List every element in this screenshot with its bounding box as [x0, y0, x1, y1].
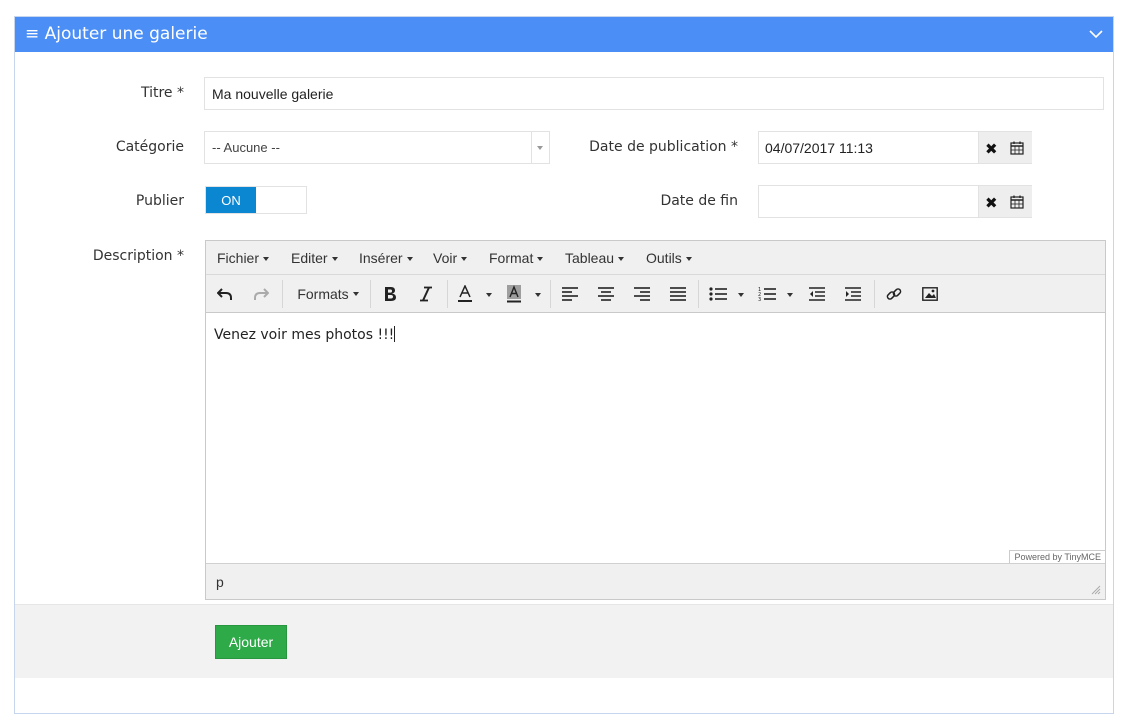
- undo-icon[interactable]: [215, 284, 235, 304]
- title-input[interactable]: Ma nouvelle galerie: [204, 77, 1104, 110]
- svg-text:3: 3: [758, 297, 761, 301]
- powered-by-label[interactable]: Powered by TinyMCE: [1009, 550, 1105, 563]
- category-label: Catégorie: [115, 139, 184, 155]
- menu-format-label: Format: [489, 250, 534, 266]
- clear-icon[interactable]: ✖: [985, 140, 998, 158]
- toolbar-separator: [698, 280, 699, 308]
- background-color-icon[interactable]: [504, 284, 524, 304]
- caret-down-icon: [461, 257, 468, 262]
- menu-fichier-label: Fichier: [217, 250, 260, 266]
- caret-down-icon: [406, 257, 413, 262]
- bold-icon[interactable]: [380, 284, 400, 304]
- panel-header[interactable]: ≡ Ajouter une galerie: [15, 17, 1113, 52]
- menu-outils[interactable]: Outils: [646, 250, 692, 266]
- rich-text-editor: Fichier Editer Insérer Voir Format Table…: [205, 240, 1106, 600]
- menu-tableau[interactable]: Tableau: [565, 250, 625, 266]
- editor-menubar: Fichier Editer Insérer Voir Format Table…: [206, 241, 1105, 275]
- element-path[interactable]: p: [216, 574, 224, 590]
- caret-down-icon: [263, 257, 270, 262]
- panel-title-text: Ajouter une galerie: [44, 24, 208, 44]
- menu-voir-label: Voir: [433, 250, 458, 266]
- editor-content-value: Venez voir mes photos !!!: [214, 327, 395, 343]
- text-color-caret-icon[interactable]: [486, 293, 492, 297]
- category-select-value: -- Aucune --: [212, 140, 280, 155]
- text-color-icon[interactable]: [455, 284, 475, 304]
- caret-down-icon: [331, 257, 338, 262]
- editor-toolbar: Formats 1 2 3: [206, 275, 1105, 313]
- end-date-input[interactable]: ✖: [758, 185, 1032, 218]
- pub-date-label: Date de publication *: [589, 139, 738, 155]
- pub-date-value: 04/07/2017 11:13: [765, 139, 873, 156]
- caret-down-icon: [685, 257, 692, 262]
- pub-date-addon: ✖: [978, 132, 1032, 163]
- calendar-icon[interactable]: [1010, 141, 1024, 155]
- text-cursor: [394, 326, 396, 342]
- chevron-down-icon[interactable]: [1089, 27, 1103, 41]
- add-button[interactable]: Ajouter: [215, 625, 287, 659]
- bullet-list-icon[interactable]: [708, 284, 728, 304]
- redo-icon[interactable]: [251, 284, 271, 304]
- resize-handle-icon[interactable]: [1091, 585, 1101, 595]
- numbered-list-caret-icon[interactable]: [787, 293, 793, 297]
- select-arrow-icon[interactable]: [531, 132, 549, 163]
- description-label: Description *: [92, 248, 184, 264]
- editor-content-text: Venez voir mes photos !!!: [214, 326, 396, 343]
- editor-statusbar: p: [206, 563, 1105, 599]
- menu-format[interactable]: Format: [489, 250, 544, 266]
- title-label: Titre *: [140, 85, 184, 101]
- toolbar-separator: [370, 280, 371, 308]
- form-footer: Ajouter: [15, 604, 1113, 678]
- panel-title: ≡ Ajouter une galerie: [25, 24, 208, 44]
- toolbar-separator: [447, 280, 448, 308]
- align-justify-icon[interactable]: [668, 284, 688, 304]
- pub-date-input[interactable]: 04/07/2017 11:13 ✖: [758, 131, 1032, 164]
- menu-inserer[interactable]: Insérer: [359, 250, 413, 266]
- bullet-list-caret-icon[interactable]: [738, 293, 744, 297]
- caret-down-icon: [618, 257, 625, 262]
- caret-down-icon: [352, 292, 359, 296]
- align-left-icon[interactable]: [560, 284, 580, 304]
- align-right-icon[interactable]: [632, 284, 652, 304]
- toolbar-separator: [874, 280, 875, 308]
- menu-tableau-label: Tableau: [565, 250, 615, 266]
- publish-label: Publier: [135, 193, 184, 209]
- formats-label: Formats: [297, 286, 349, 302]
- menu-editer-label: Editer: [291, 250, 328, 266]
- publish-toggle[interactable]: ON: [205, 186, 307, 214]
- image-icon[interactable]: [920, 284, 940, 304]
- caret-down-icon: [537, 257, 544, 262]
- toolbar-separator: [550, 280, 551, 308]
- italic-icon[interactable]: [416, 284, 436, 304]
- calendar-icon[interactable]: [1010, 195, 1024, 209]
- background-color-caret-icon[interactable]: [535, 293, 541, 297]
- publish-toggle-on: ON: [206, 187, 256, 213]
- indent-icon[interactable]: [843, 284, 863, 304]
- toolbar-separator: [282, 280, 283, 308]
- clear-icon[interactable]: ✖: [985, 194, 998, 212]
- end-date-addon: ✖: [978, 186, 1032, 217]
- end-date-label: Date de fin: [660, 193, 738, 209]
- align-center-icon[interactable]: [596, 284, 616, 304]
- numbered-list-icon[interactable]: 123: [757, 284, 777, 304]
- menu-inserer-label: Insérer: [359, 250, 403, 266]
- category-select[interactable]: -- Aucune --: [204, 131, 550, 164]
- formats-dropdown[interactable]: Formats: [293, 284, 363, 304]
- menu-outils-label: Outils: [646, 250, 682, 266]
- outdent-icon[interactable]: [807, 284, 827, 304]
- menu-voir[interactable]: Voir: [433, 250, 468, 266]
- editor-content-area[interactable]: Venez voir mes photos !!! Powered by Tin…: [206, 313, 1105, 563]
- menu-editer[interactable]: Editer: [291, 250, 338, 266]
- menu-fichier[interactable]: Fichier: [217, 250, 270, 266]
- title-input-value: Ma nouvelle galerie: [212, 85, 334, 102]
- menu-icon: ≡: [25, 24, 40, 44]
- link-icon[interactable]: [884, 284, 904, 304]
